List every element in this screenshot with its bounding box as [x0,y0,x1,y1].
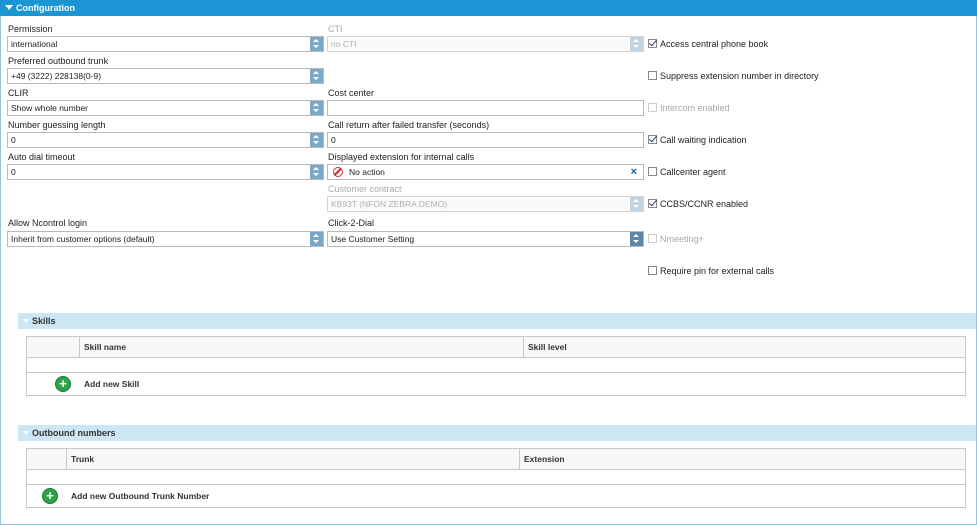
clir-label: CLIR [8,88,29,98]
outbound-col-trunk[interactable]: Trunk [66,449,519,470]
pin-checkbox[interactable] [648,266,657,275]
intercom-checkbox [648,103,657,112]
c2d-value: Use Customer Setting [331,234,415,244]
triangle-down-icon [23,319,29,323]
spinner-arrows-icon[interactable] [310,133,323,147]
outbound-col-extension[interactable]: Extension [519,449,965,470]
ncontrol-label: Allow Ncontrol login [8,218,88,228]
phonebook-checkbox[interactable] [648,39,657,48]
outbound-grid-header: Trunk Extension [27,449,965,470]
displayed-value: No action [349,167,385,177]
nmeeting-label: Nmeeting+ [660,234,704,244]
trunk-select[interactable]: +49 (3222) 228138(0-9) [7,68,324,84]
waiting-checkbox[interactable] [648,135,657,144]
add-outbound-trunk-button[interactable]: Add new Outbound Trunk Number [71,488,209,504]
spinner-arrows-icon [630,37,643,51]
collapse-triangle-icon [5,5,13,10]
permission-label: Permission [8,24,53,34]
cti-label: CTI [328,24,343,34]
outbound-grid: Trunk Extension + Add new Outbound Trunk… [26,448,966,508]
close-icon[interactable]: × [631,165,637,179]
skills-col-name[interactable]: Skill name [79,337,523,358]
panel-header[interactable]: Configuration [0,0,977,16]
clir-value: Show whole number [11,103,89,113]
cti-select: no CTI [327,36,644,52]
ccbs-label: CCBS/CCNR enabled [660,199,749,209]
no-entry-icon [333,167,343,177]
c2d-select[interactable]: Use Customer Setting [327,231,644,247]
pin-label: Require pin for external calls [660,266,775,276]
waiting-label: Call waiting indication [660,135,747,145]
permission-value: international [11,39,58,49]
skills-grid-header: Skill name Skill level [27,337,965,358]
autodial-value: 0 [11,167,16,177]
callcenter-label: Callcenter agent [660,167,726,177]
trunk-value: +49 (3222) 228138(0-9) [11,71,102,81]
contract-select: KB93T (NFON ZEBRA DEMO) [327,196,644,212]
suppress-checkbox[interactable] [648,71,657,80]
spinner-arrows-icon[interactable] [310,232,323,246]
guessing-label: Number guessing length [8,120,106,130]
displayed-select[interactable]: No action × [327,164,644,180]
spinner-arrows-icon[interactable] [310,37,323,51]
plus-circle-icon[interactable]: + [42,488,58,504]
c2d-label: Click-2-Dial [328,218,375,228]
phonebook-label: Access central phone book [660,39,769,49]
intercom-label: Intercom enabled [660,103,730,113]
contract-value: KB93T (NFON ZEBRA DEMO) [331,199,448,209]
add-skill-button[interactable]: Add new Skill [84,376,139,392]
trunk-label: Preferred outbound trunk [8,56,109,66]
suppress-label: Suppress extension number in directory [660,71,819,81]
cti-value: no CTI [331,39,357,49]
callreturn-label: Call return after failed transfer (secon… [328,120,490,130]
callreturn-value: 0 [331,135,336,145]
nmeeting-checkbox [648,234,657,243]
cost-input[interactable] [327,100,644,116]
skills-grid: Skill name Skill level + Add new Skill [26,336,966,396]
spinner-arrows-icon[interactable] [310,165,323,179]
skills-title: Skills [32,316,56,326]
skills-grid-footer: + Add new Skill [27,372,965,396]
spinner-arrows-icon[interactable] [310,101,323,115]
permission-select[interactable]: international [7,36,324,52]
outbound-section-header[interactable]: Outbound numbers [18,425,976,441]
ncontrol-select[interactable]: Inherit from customer options (default) [7,231,324,247]
skills-section-header[interactable]: Skills [18,313,976,329]
outbound-title: Outbound numbers [32,428,116,438]
ncontrol-value: Inherit from customer options (default) [11,234,155,244]
autodial-label: Auto dial timeout [8,152,76,162]
autodial-stepper[interactable]: 0 [7,164,324,180]
contract-label: Customer contract [328,184,402,194]
spinner-arrows-icon [630,197,643,211]
spinner-arrows-icon[interactable] [310,69,323,83]
callreturn-input[interactable]: 0 [327,132,644,148]
spinner-arrows-icon[interactable] [630,232,643,246]
displayed-label: Displayed extension for internal calls [328,152,475,162]
guessing-stepper[interactable]: 0 [7,132,324,148]
ccbs-checkbox[interactable] [648,199,657,208]
clir-select[interactable]: Show whole number [7,100,324,116]
plus-circle-icon[interactable]: + [55,376,71,392]
panel-title: Configuration [16,3,75,13]
skills-col-level[interactable]: Skill level [523,337,965,358]
cost-label: Cost center [328,88,375,98]
outbound-grid-footer: + Add new Outbound Trunk Number [27,484,965,508]
callcenter-checkbox[interactable] [648,167,657,176]
triangle-down-icon [23,431,29,435]
guessing-value: 0 [11,135,16,145]
